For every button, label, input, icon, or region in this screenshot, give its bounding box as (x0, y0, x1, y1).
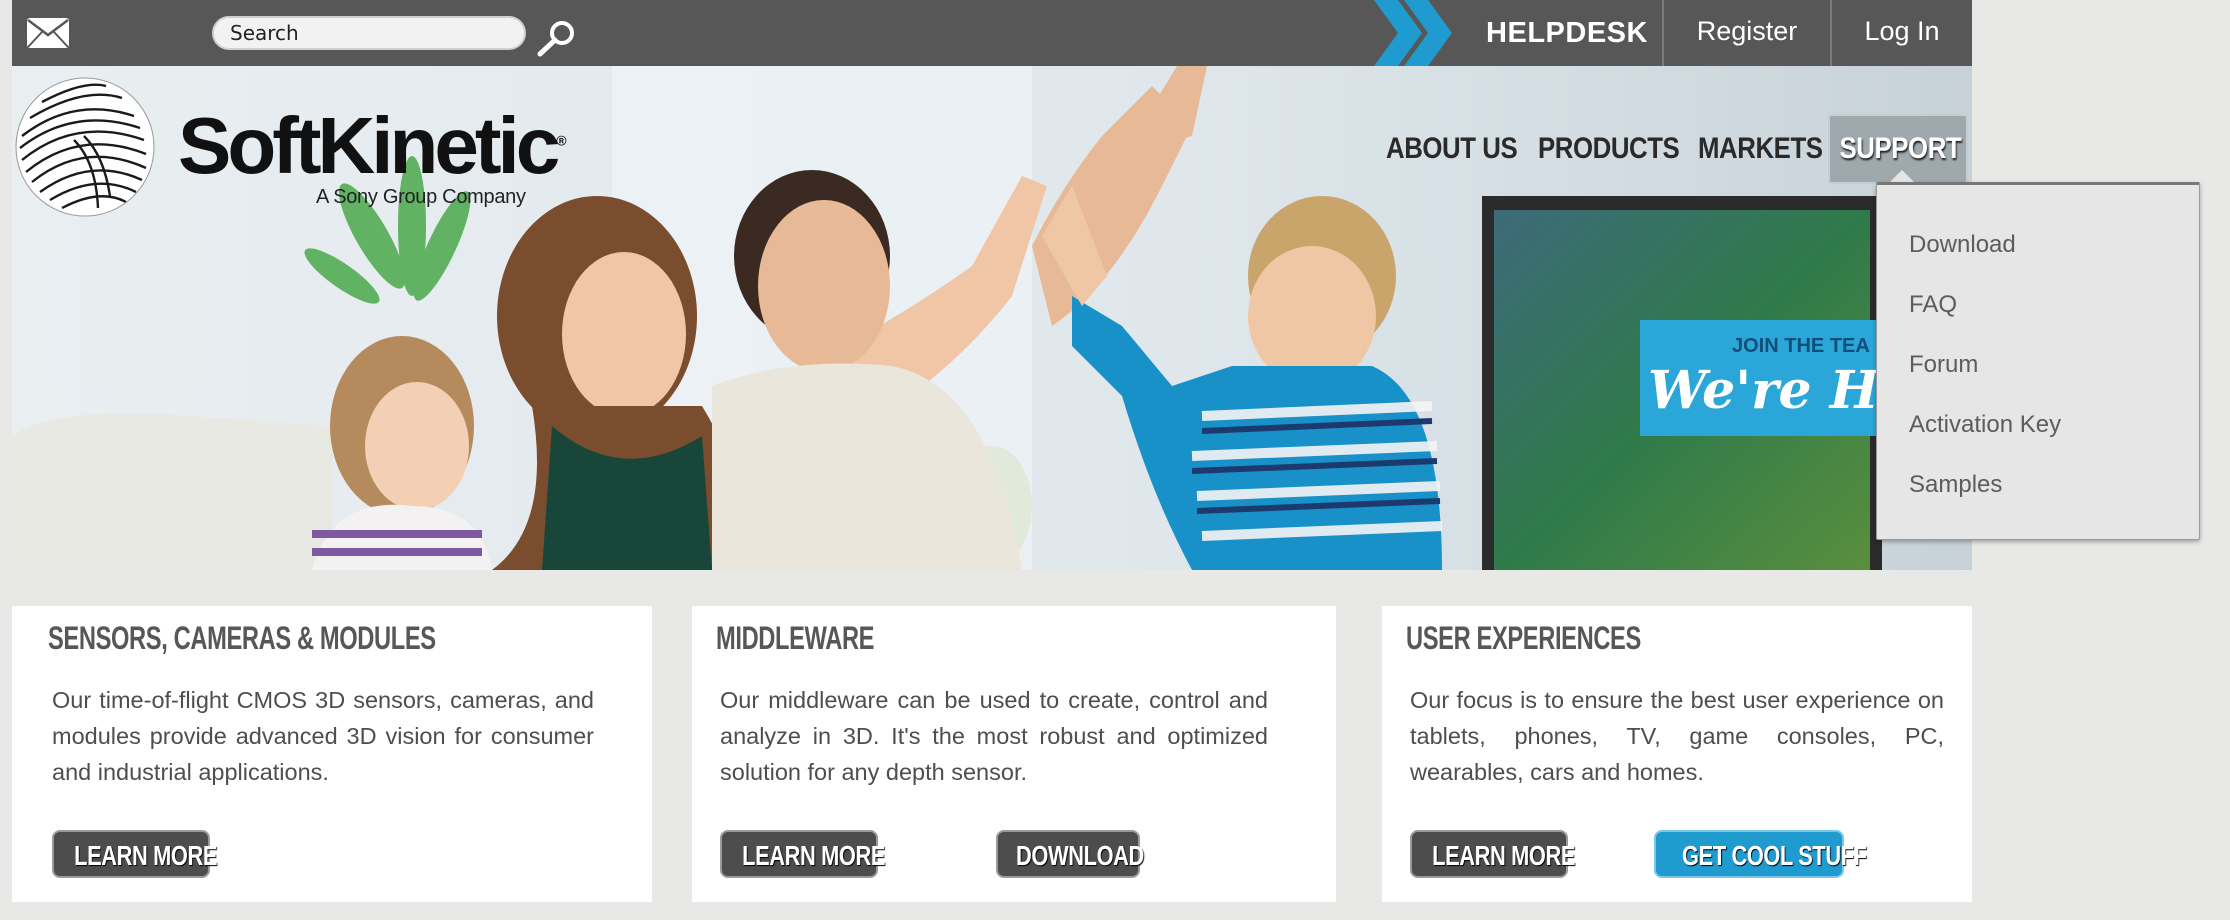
menu-item-samples[interactable]: Samples (1909, 465, 2002, 505)
mail-icon[interactable] (26, 17, 70, 49)
learn-more-button[interactable]: LEARN MORE (52, 830, 217, 878)
nav-about-us[interactable]: ABOUT US (1386, 114, 1518, 184)
card-title: SENSORS, CAMERAS & MODULES (48, 620, 436, 656)
card-text: Our middleware can be used to create, co… (720, 687, 1268, 785)
support-dropdown-menu: Download FAQ Forum Activation Key Sample… (1876, 182, 2200, 540)
card-text: Our time-of-flight CMOS 3D sensors, came… (52, 687, 594, 785)
search-input[interactable] (212, 16, 526, 50)
card-middleware: MIDDLEWARE Our middleware can be used to… (692, 606, 1336, 902)
menu-item-faq[interactable]: FAQ (1909, 285, 1957, 325)
learn-more-button[interactable]: LEARN MORE (1410, 830, 1575, 878)
menu-item-activation-key[interactable]: Activation Key (1909, 405, 2061, 445)
hero-banner-big: We're Hi (1648, 360, 1899, 421)
top-bar: HELPDESK Register Log In (12, 0, 1972, 66)
hero-banner-small: JOIN THE TEA (1732, 335, 1870, 357)
brand-tagline: A Sony Group Company (316, 186, 526, 208)
learn-more-button[interactable]: LEARN MORE (720, 830, 885, 878)
card-title: MIDDLEWARE (716, 620, 875, 656)
get-cool-stuff-button[interactable]: GET COOL STUFF (1654, 830, 1867, 878)
menu-item-forum[interactable]: Forum (1909, 345, 1978, 385)
card-user-experiences: USER EXPERIENCES Our focus is to ensure … (1382, 606, 1972, 902)
nav-markets[interactable]: MARKETS (1698, 114, 1823, 184)
search-icon[interactable] (534, 18, 578, 60)
softkinetic-logo-icon (15, 77, 155, 217)
card-text: Our focus is to ensure the best user exp… (1410, 687, 1944, 785)
register-link[interactable]: Register (1664, 0, 1830, 66)
nav-products[interactable]: PRODUCTS (1538, 114, 1680, 184)
menu-item-download[interactable]: Download (1909, 225, 2016, 265)
card-sensors: SENSORS, CAMERAS & MODULES Our time-of-f… (12, 606, 652, 902)
download-button[interactable]: DOWNLOAD (996, 830, 1144, 878)
brand-name[interactable]: SoftKinetic® (178, 106, 567, 186)
helpdesk-link[interactable]: HELPDESK (1460, 0, 1674, 66)
login-link[interactable]: Log In (1832, 0, 1972, 66)
chevron-right-icon (1374, 0, 1452, 66)
card-title: USER EXPERIENCES (1406, 620, 1641, 656)
